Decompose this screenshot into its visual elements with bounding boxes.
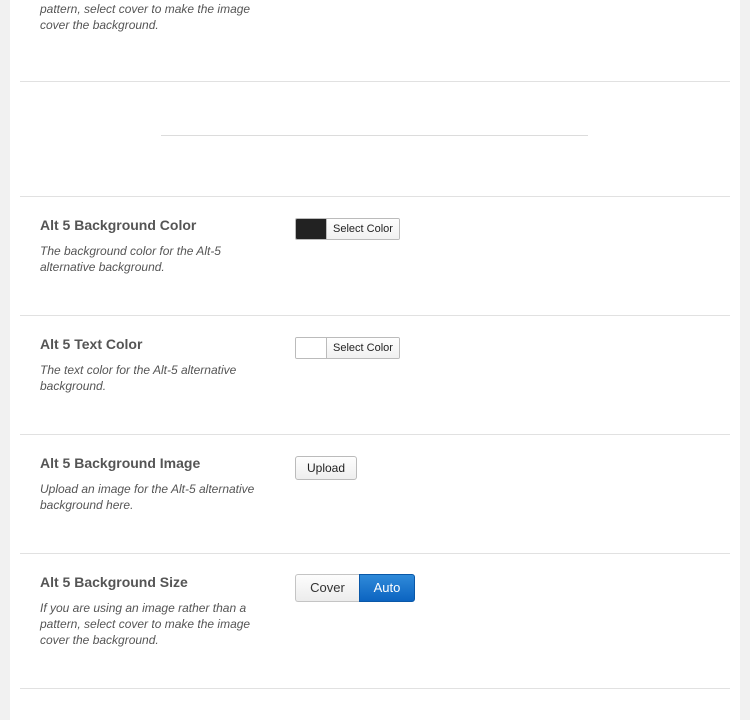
select-color-button[interactable]: Select Color: [327, 338, 399, 358]
row-divider: [20, 434, 730, 435]
upload-button[interactable]: Upload: [295, 456, 357, 480]
text-color-picker[interactable]: Select Color: [295, 337, 400, 359]
setting-title-text-color: Alt 5 Text Color: [40, 336, 143, 352]
setting-title-bg-size: Alt 5 Background Size: [40, 574, 188, 590]
select-color-button[interactable]: Select Color: [327, 219, 399, 239]
setting-title-bg-color: Alt 5 Background Color: [40, 217, 197, 233]
section-divider: [161, 135, 588, 136]
setting-title-bg-image: Alt 5 Background Image: [40, 455, 201, 471]
bg-color-swatch[interactable]: [296, 219, 327, 239]
setting-description: If you are using an image rather than a …: [40, 2, 251, 32]
setting-description-text-color: The text color for the Alt-5 alternative…: [40, 363, 237, 393]
auto-option[interactable]: Auto: [359, 574, 415, 602]
bg-color-picker[interactable]: Select Color: [295, 218, 400, 240]
row-divider: [20, 196, 730, 197]
row-divider: [20, 315, 730, 316]
text-color-swatch[interactable]: [296, 338, 327, 358]
setting-description-bg-size: If you are using an image rather than a …: [40, 601, 251, 647]
bg-size-toggle[interactable]: Cover Auto: [295, 574, 415, 602]
row-divider: [20, 81, 730, 82]
row-divider: [20, 553, 730, 554]
settings-panel: If you are using an image rather than a …: [10, 0, 740, 720]
row-divider: [20, 688, 730, 689]
cover-option[interactable]: Cover: [295, 574, 359, 602]
setting-description-bg-image: Upload an image for the Alt-5 alternativ…: [40, 482, 255, 512]
setting-description-bg-color: The background color for the Alt-5 alter…: [40, 244, 221, 274]
